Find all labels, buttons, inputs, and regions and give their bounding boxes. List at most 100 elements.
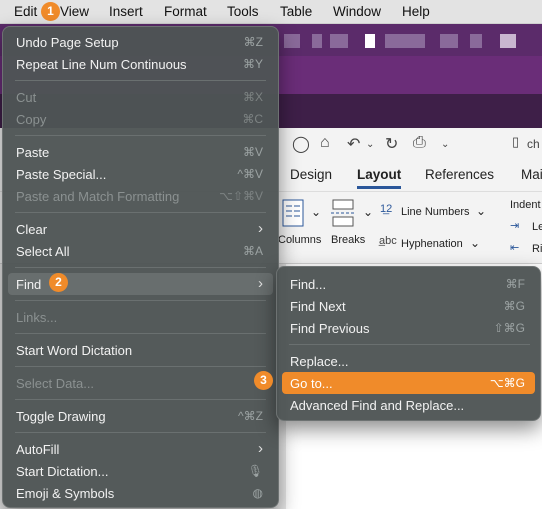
shortcut-label: ^⌘V: [237, 167, 263, 181]
blurred-block: [365, 34, 375, 48]
menu-item-find-dialog[interactable]: Find... ⌘F: [282, 273, 535, 295]
globe-icon: ◍: [252, 486, 263, 500]
document-icon: ▯: [512, 134, 520, 149]
menu-format[interactable]: Format: [164, 4, 207, 19]
menu-item-toggle-drawing[interactable]: Toggle Drawing ^⌘Z: [8, 405, 273, 427]
menu-separator: [15, 399, 266, 400]
edit-menu: Undo Page Setup ⌘Z Repeat Line Num Conti…: [2, 26, 279, 508]
columns-label[interactable]: Columns: [278, 234, 321, 246]
blurred-block: [385, 34, 425, 48]
chevron-down-icon[interactable]: ⌄: [476, 204, 486, 218]
tab-layout[interactable]: Layout: [357, 167, 401, 182]
menu-item-label: Find: [16, 277, 42, 292]
menu-item-find-previous[interactable]: Find Previous ⇧⌘G: [282, 317, 535, 339]
menu-tools[interactable]: Tools: [227, 4, 259, 19]
blurred-block: [284, 34, 300, 48]
blurred-block: [440, 34, 458, 48]
document-name: ch: [527, 137, 540, 151]
menu-item-label: Undo Page Setup: [16, 35, 119, 50]
indent-left-icon: ⇥: [510, 220, 520, 232]
menu-item-autofill[interactable]: AutoFill ›: [8, 438, 273, 460]
undo-icon[interactable]: ↶: [347, 134, 360, 154]
chevron-down-icon[interactable]: ⌄: [363, 205, 373, 219]
active-tab-indicator: [357, 186, 401, 189]
chevron-down-icon[interactable]: ⌄: [366, 139, 374, 150]
menu-item-paste-match: Paste and Match Formatting ⌥⇧⌘V: [8, 185, 273, 207]
menu-item-find[interactable]: Find ›: [8, 273, 273, 295]
menu-item-cut: Cut ⌘X: [8, 86, 273, 108]
menu-item-go-to[interactable]: Go to... ⌥⌘G: [282, 372, 535, 394]
indent-right-label[interactable]: Ri: [532, 243, 542, 255]
tab-mailings[interactable]: Mai: [521, 167, 542, 182]
menu-bar: Edit View Insert Format Tools Table Wind…: [0, 0, 542, 24]
menu-item-paste-special[interactable]: Paste Special... ^⌘V: [8, 163, 273, 185]
shortcut-label: ⌘F: [505, 277, 525, 291]
menu-item-label: Emoji & Symbols: [16, 486, 115, 501]
shortcut-label: ⌘V: [242, 145, 263, 159]
menu-item-label: Advanced Find and Replace...: [290, 398, 465, 413]
blurred-block: [330, 34, 348, 48]
indent-right-icon: ⇤: [510, 242, 520, 254]
menu-item-undo[interactable]: Undo Page Setup ⌘Z: [8, 31, 273, 53]
menu-window[interactable]: Window: [333, 4, 381, 19]
menu-item-label: Start Word Dictation: [16, 343, 133, 358]
hyphenation-label[interactable]: Hyphenation: [401, 238, 463, 250]
home-icon[interactable]: ⌂: [320, 134, 330, 152]
autosave-icon[interactable]: ◯: [292, 134, 310, 154]
menu-item-repeat[interactable]: Repeat Line Num Continuous ⌘Y: [8, 53, 273, 75]
menu-help[interactable]: Help: [402, 4, 430, 19]
menu-separator: [15, 366, 266, 367]
breaks-icon[interactable]: [330, 199, 356, 227]
menu-item-emoji-symbols[interactable]: Emoji & Symbols ◍: [8, 482, 273, 504]
menu-item-copy: Copy ⌘C: [8, 108, 273, 130]
chevron-down-icon[interactable]: ⌄: [441, 139, 449, 150]
redo-icon[interactable]: ↻: [385, 134, 398, 154]
menu-item-select-data: Select Data...: [8, 372, 273, 394]
blurred-block: [500, 34, 516, 48]
hyphenation-icon[interactable]: a̲bc: [379, 235, 397, 247]
menu-item-label: Select Data...: [16, 376, 95, 391]
tab-design[interactable]: Design: [290, 167, 332, 182]
line-numbers-label[interactable]: Line Numbers: [401, 206, 469, 218]
menu-item-label: Clear: [16, 222, 48, 237]
menu-item-start-dictation[interactable]: Start Dictation... 🎙︎: [8, 460, 273, 482]
chevron-down-icon[interactable]: ⌄: [470, 236, 480, 250]
columns-icon[interactable]: [282, 199, 304, 227]
menu-item-links: Links...: [8, 306, 273, 328]
menu-item-label: Paste Special...: [16, 167, 107, 182]
menu-item-label: Go to...: [290, 376, 333, 391]
menu-item-start-word-dictation[interactable]: Start Word Dictation: [8, 339, 273, 361]
menu-separator: [15, 333, 266, 334]
menu-separator: [15, 212, 266, 213]
menu-item-label: Paste: [16, 145, 50, 160]
menu-separator: [15, 135, 266, 136]
indent-left-label[interactable]: Le: [532, 221, 542, 233]
print-icon[interactable]: ⎙: [413, 134, 426, 152]
breaks-label[interactable]: Breaks: [331, 234, 365, 246]
menu-separator: [15, 432, 266, 433]
menu-item-clear[interactable]: Clear ›: [8, 218, 273, 240]
menu-item-paste[interactable]: Paste ⌘V: [8, 141, 273, 163]
menu-edit[interactable]: Edit: [14, 4, 37, 19]
menu-insert[interactable]: Insert: [109, 4, 143, 19]
menu-item-label: Copy: [16, 112, 47, 127]
menu-item-label: Cut: [16, 90, 37, 105]
menu-separator: [15, 267, 266, 268]
menu-item-find-next[interactable]: Find Next ⌘G: [282, 295, 535, 317]
line-numbers-icon[interactable]: 1̲2: [380, 203, 392, 215]
chevron-right-icon: ›: [258, 440, 263, 457]
tab-references[interactable]: References: [425, 167, 494, 182]
menu-item-advanced-find-replace[interactable]: Advanced Find and Replace...: [282, 394, 535, 416]
menu-item-label: Find...: [290, 277, 327, 292]
shortcut-label: ⌘Y: [242, 57, 263, 71]
menu-view[interactable]: View: [60, 4, 89, 19]
menu-item-replace[interactable]: Replace...: [282, 350, 535, 372]
shortcut-label: ⌥⌘G: [489, 376, 525, 390]
menu-table[interactable]: Table: [280, 4, 312, 19]
blurred-block: [470, 34, 482, 48]
menu-separator: [15, 80, 266, 81]
step-badge-1: 1: [41, 2, 60, 21]
menu-item-select-all[interactable]: Select All ⌘A: [8, 240, 273, 262]
chevron-down-icon[interactable]: ⌄: [311, 205, 321, 219]
blurred-block: [312, 34, 322, 48]
